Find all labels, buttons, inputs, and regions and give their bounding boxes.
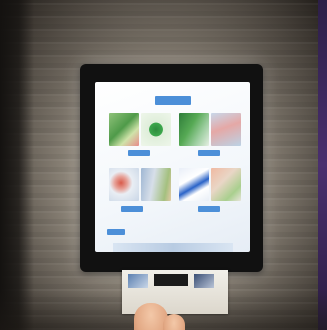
corner-label (107, 229, 125, 235)
tile-label-1 (128, 150, 150, 156)
tile-label-3 (121, 206, 143, 212)
tile-image-5 (109, 168, 139, 201)
tile-image-2 (141, 113, 171, 146)
tile-image-3 (179, 113, 209, 146)
tile-image-7 (179, 168, 209, 201)
print-picture-right (194, 274, 214, 288)
tile-image-1 (109, 113, 139, 146)
tile-label-2 (198, 150, 220, 156)
left-shadow (0, 0, 34, 330)
tile-image-6 (141, 168, 171, 201)
right-purple-stripe (318, 0, 327, 330)
screen-title-label (155, 96, 191, 105)
tile-image-8 (211, 168, 241, 201)
finger (163, 314, 185, 330)
tile-label-4 (198, 206, 220, 212)
device-screen (95, 82, 250, 252)
print-picture-left (128, 274, 148, 288)
photo-scene (0, 0, 327, 330)
print-banner (154, 274, 188, 286)
screen-bottom-strip (113, 243, 233, 252)
tile-image-4 (211, 113, 241, 146)
